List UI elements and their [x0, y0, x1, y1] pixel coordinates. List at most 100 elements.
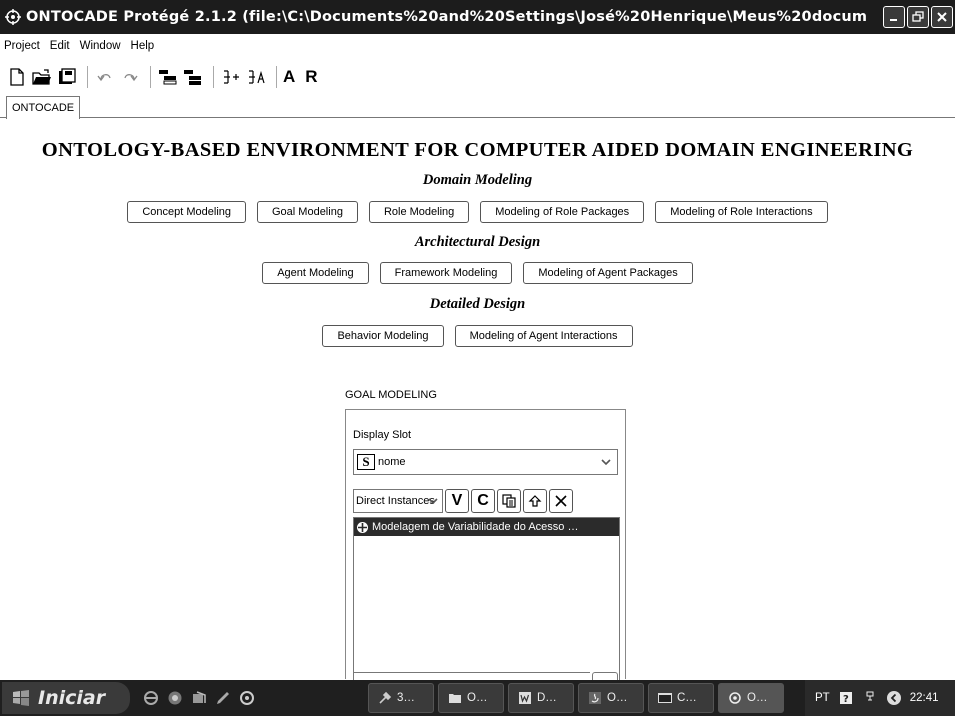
restore-button[interactable]: [907, 6, 929, 28]
folder-icon: [447, 690, 463, 706]
browser-icon[interactable]: [166, 689, 184, 707]
copy-frame-button[interactable]: [157, 66, 179, 88]
task-button-word[interactable]: D…: [508, 683, 574, 713]
protege-icon: [727, 690, 743, 706]
role-modeling-button[interactable]: Role Modeling: [368, 201, 470, 223]
clock: 22:41: [909, 692, 939, 704]
task-label: O…: [467, 692, 488, 704]
task-label: O…: [747, 692, 768, 704]
upload-instance-button[interactable]: [523, 489, 547, 513]
title-bar: ONTOCADE Protégé 2.1.2 (file:\C:\Documen…: [0, 0, 955, 34]
display-slot-select[interactable]: S nome: [353, 449, 618, 475]
minimize-icon: [890, 19, 897, 21]
display-slot-value: nome: [378, 456, 406, 468]
close-icon: [937, 12, 947, 22]
task-button-protege[interactable]: O…: [718, 683, 784, 713]
create-instance-button[interactable]: C: [471, 489, 495, 513]
list-item[interactable]: Modelagem de Variabilidade do Acesso …: [354, 518, 619, 536]
menu-bar: Project Edit Window Help: [0, 35, 955, 57]
close-button[interactable]: [931, 6, 953, 28]
menu-help[interactable]: Help: [131, 40, 155, 52]
task-button-console[interactable]: C…: [648, 683, 714, 713]
player-icon[interactable]: [238, 689, 256, 707]
goal-modeling-label: GOAL MODELING: [345, 389, 437, 401]
instance-label: Modelagem de Variabilidade do Acesso …: [372, 521, 579, 533]
language-indicator[interactable]: PT: [815, 692, 830, 704]
start-label: Iniciar: [38, 687, 106, 709]
task-button-tool[interactable]: 3…: [368, 683, 434, 713]
direct-instances-value: Direct Instances: [356, 495, 435, 507]
undo-icon: [97, 74, 111, 82]
save-icon: [59, 68, 76, 84]
paste-frame-icon: [184, 70, 201, 85]
new-icon: [10, 68, 24, 86]
arrow-up-icon: [528, 495, 542, 507]
media-icon[interactable]: [190, 689, 208, 707]
task-button-java[interactable]: O…: [578, 683, 644, 713]
network-icon[interactable]: [862, 690, 878, 706]
display-slot-label: Display Slot: [353, 429, 412, 441]
modeling-of-agent-packages-button[interactable]: Modeling of Agent Packages: [523, 262, 693, 284]
open-icon: [32, 69, 51, 85]
horizontal-scrollbar[interactable]: [353, 672, 590, 680]
quick-launch: [142, 689, 256, 707]
section-title-detailed-design: Detailed Design: [429, 296, 526, 312]
new-project-button[interactable]: [6, 66, 28, 88]
modeling-of-agent-interactions-button[interactable]: Modeling of Agent Interactions: [454, 325, 633, 347]
word-icon: [517, 690, 533, 706]
chevron-left-icon[interactable]: [886, 690, 902, 706]
menu-project[interactable]: Project: [4, 40, 40, 52]
toolbar-a-button[interactable]: A: [283, 67, 295, 87]
help-icon[interactable]: ?: [838, 690, 854, 706]
instance-icon: [356, 521, 369, 534]
open-project-button[interactable]: [31, 66, 53, 88]
protege-icon[interactable]: [4, 8, 22, 26]
page-title: ONTOLOGY-BASED ENVIRONMENT FOR COMPUTER …: [41, 139, 914, 161]
framework-modeling-button[interactable]: Framework Modeling: [379, 262, 513, 284]
scroll-button[interactable]: [592, 672, 618, 680]
agent-modeling-button[interactable]: Agent Modeling: [262, 262, 369, 284]
svg-text:?: ?: [843, 694, 849, 705]
task-buttons: 3… O… D… O… C… O…: [368, 683, 784, 713]
toolbar-r-button[interactable]: R: [305, 67, 317, 87]
text-icon: [249, 70, 265, 84]
delete-instance-button[interactable]: [549, 489, 573, 513]
instances-list[interactable]: Modelagem de Variabilidade do Acesso …: [353, 517, 620, 680]
java-icon: [587, 690, 603, 706]
modeling-of-role-packages-button[interactable]: Modeling of Role Packages: [480, 201, 645, 223]
save-project-button[interactable]: [56, 66, 78, 88]
task-label: 3…: [397, 692, 415, 704]
insert-button[interactable]: [220, 66, 242, 88]
pen-icon[interactable]: [214, 689, 232, 707]
minimize-button[interactable]: [883, 6, 905, 28]
delete-icon: [555, 495, 567, 507]
copy-instance-button[interactable]: [497, 489, 521, 513]
chevron-down-icon[interactable]: [598, 454, 614, 470]
modeling-of-role-interactions-button[interactable]: Modeling of Role Interactions: [655, 201, 828, 223]
view-instance-button[interactable]: V: [445, 489, 469, 513]
task-label: D…: [537, 692, 557, 704]
menu-window[interactable]: Window: [80, 40, 121, 52]
concept-modeling-button[interactable]: Concept Modeling: [127, 201, 246, 223]
copy-frame-icon: [159, 70, 177, 85]
domain-modeling-buttons: Concept Modeling Goal Modeling Role Mode…: [0, 201, 955, 223]
tool-icon: [377, 690, 393, 706]
redo-button[interactable]: [119, 66, 141, 88]
direct-instances-select[interactable]: Direct Instances: [353, 489, 443, 513]
paste-frame-button[interactable]: [182, 66, 204, 88]
architectural-design-buttons: Agent Modeling Framework Modeling Modeli…: [0, 262, 955, 284]
slot-icon: S: [357, 454, 375, 470]
internet-explorer-icon[interactable]: [142, 689, 160, 707]
start-button[interactable]: Iniciar: [2, 682, 130, 714]
tab-ontocade[interactable]: ONTOCADE: [6, 96, 81, 119]
text-button[interactable]: [245, 66, 267, 88]
chevron-down-icon[interactable]: [425, 493, 441, 509]
instances-toolbar: Direct Instances V C: [353, 489, 620, 513]
detailed-design-buttons: Behavior Modeling Modeling of Agent Inte…: [0, 325, 955, 347]
undo-button[interactable]: [94, 66, 116, 88]
behavior-modeling-button[interactable]: Behavior Modeling: [322, 325, 444, 347]
goal-modeling-button[interactable]: Goal Modeling: [257, 201, 358, 223]
menu-edit[interactable]: Edit: [50, 40, 70, 52]
toolbar: A R: [0, 60, 955, 94]
task-button-folder[interactable]: O…: [438, 683, 504, 713]
